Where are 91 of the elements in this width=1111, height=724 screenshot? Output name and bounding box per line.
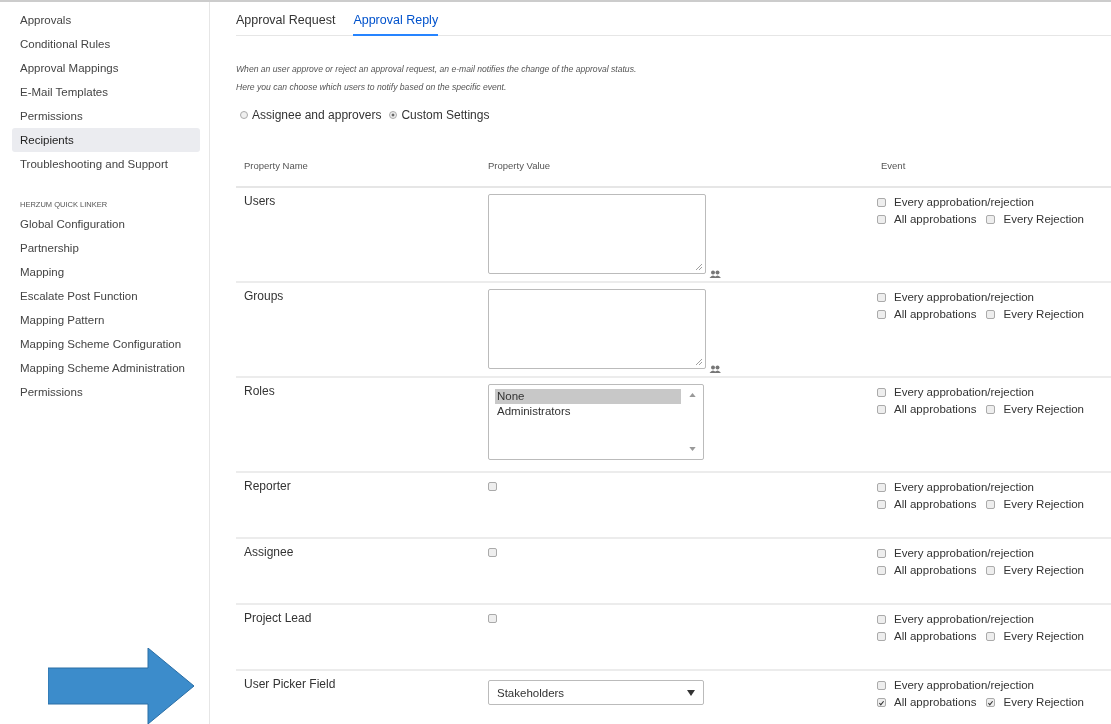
checkbox-label: Every Rejection (1003, 212, 1085, 227)
property-name: Users (244, 194, 276, 208)
checkbox[interactable] (877, 293, 886, 302)
checkbox[interactable] (488, 614, 497, 624)
resize-grip-icon[interactable] (695, 358, 703, 366)
property-name: User Picker Field (244, 677, 336, 691)
sidebar-item[interactable]: Permissions (12, 380, 200, 404)
checkbox-label: All approbations (894, 695, 977, 710)
checkbox-label: Every Rejection (1003, 307, 1085, 322)
checkbox-label: Every approbation/rejection (894, 612, 1034, 627)
checkbox[interactable] (877, 549, 886, 558)
sidebar-item[interactable]: Escalate Post Function (12, 284, 200, 308)
checkbox[interactable] (877, 566, 886, 575)
list-option[interactable]: Administrators (495, 404, 681, 419)
checkbox[interactable] (986, 698, 996, 707)
resize-grip-icon[interactable] (695, 263, 703, 271)
text-area[interactable] (488, 289, 706, 369)
checkbox[interactable] (986, 566, 996, 575)
property-name: Groups (244, 289, 284, 303)
checkbox-label: Every Rejection (1003, 563, 1085, 578)
list-box[interactable]: None Administrators (488, 384, 704, 460)
checkbox[interactable] (986, 215, 996, 224)
sidebar-item[interactable]: Mapping Scheme Configuration (12, 332, 200, 356)
checkbox-label: Every approbation/rejection (894, 195, 1034, 210)
column-header: Property Value (488, 160, 551, 171)
checkbox-label: All approbations (894, 307, 977, 322)
property-name: Reporter (244, 479, 291, 493)
checkbox-label: Every Rejection (1003, 695, 1085, 710)
sidebar-item[interactable]: Partnership (12, 236, 200, 260)
checkbox[interactable] (877, 198, 886, 207)
checkbox[interactable] (986, 310, 996, 319)
radio-button[interactable] (240, 111, 248, 119)
checkbox[interactable] (986, 632, 996, 641)
sidebar-item[interactable]: Mapping (12, 260, 200, 284)
checkbox-label: Every approbation/rejection (894, 480, 1034, 495)
caret-icon (687, 689, 695, 696)
property-name: Roles (244, 384, 275, 398)
sidebar-item[interactable]: Conditional Rules (12, 32, 200, 56)
checkbox[interactable] (986, 405, 996, 414)
scroll-up-icon[interactable] (688, 393, 696, 397)
checkbox[interactable] (986, 500, 996, 509)
checkbox[interactable] (877, 405, 886, 414)
radio-label: Custom Settings (401, 108, 490, 122)
checkbox-label: Every approbation/rejection (894, 678, 1034, 693)
checkbox[interactable] (877, 698, 886, 707)
description-text: When an user approve or reject an approval request, an e-mail notifies the change of the approval status. (236, 63, 638, 76)
sidebar-item[interactable]: Recipients (12, 128, 200, 152)
checkbox-label: All approbations (894, 629, 977, 644)
checkbox-label: All approbations (894, 402, 977, 417)
checkbox-label: Every approbation/rejection (894, 290, 1034, 305)
dropdown[interactable]: Stakeholders (488, 680, 704, 705)
sidebar-item[interactable]: E-Mail Templates (12, 80, 200, 104)
checkbox[interactable] (877, 310, 886, 319)
sidebar-item[interactable]: Troubleshooting and Support (12, 152, 200, 176)
checkbox[interactable] (877, 215, 886, 224)
property-name: Project Lead (244, 611, 312, 625)
column-header: Property Name (244, 160, 308, 171)
checkbox-label: Every approbation/rejection (894, 385, 1034, 400)
tab[interactable]: Approval Request (236, 10, 336, 36)
users-icon[interactable] (709, 270, 721, 278)
sidebar-item[interactable]: Mapping Pattern (12, 308, 200, 332)
checkbox[interactable] (877, 388, 886, 397)
checkbox-label: Every approbation/rejection (894, 546, 1034, 561)
sidebar-item[interactable]: Approvals (12, 8, 200, 32)
scroll-down-icon[interactable] (688, 447, 696, 451)
sidebar-item[interactable]: Permissions (12, 104, 200, 128)
text-area[interactable] (488, 194, 706, 274)
checkbox[interactable] (877, 483, 886, 492)
users-icon[interactable] (709, 365, 721, 373)
checkbox-label: All approbations (894, 212, 977, 227)
tab[interactable]: Approval Reply (353, 10, 439, 36)
radio-button[interactable] (389, 111, 398, 119)
description-text: Here you can choose which users to notify based on the specific event. (236, 81, 508, 94)
checkbox-label: Every Rejection (1003, 402, 1085, 417)
sidebar-item[interactable]: Mapping Scheme Administration (12, 356, 200, 380)
checkbox[interactable] (877, 615, 886, 624)
checkbox[interactable] (877, 500, 886, 509)
radio-label: Assignee and approvers (252, 108, 382, 122)
sidebar-item[interactable]: Approval Mappings (12, 56, 200, 80)
column-header: Event (881, 160, 906, 171)
checkbox-label: All approbations (894, 497, 977, 512)
checkbox[interactable] (877, 632, 886, 641)
checkbox[interactable] (488, 482, 497, 492)
checkbox[interactable] (488, 548, 497, 558)
checkbox-label: Every Rejection (1003, 497, 1085, 512)
checkbox[interactable] (877, 681, 886, 690)
checkbox-label: Every Rejection (1003, 629, 1085, 644)
sidebar-item[interactable]: Global Configuration (12, 212, 200, 236)
list-option[interactable]: None (495, 389, 681, 404)
property-name: Assignee (244, 545, 294, 559)
checkbox-label: All approbations (894, 563, 977, 578)
